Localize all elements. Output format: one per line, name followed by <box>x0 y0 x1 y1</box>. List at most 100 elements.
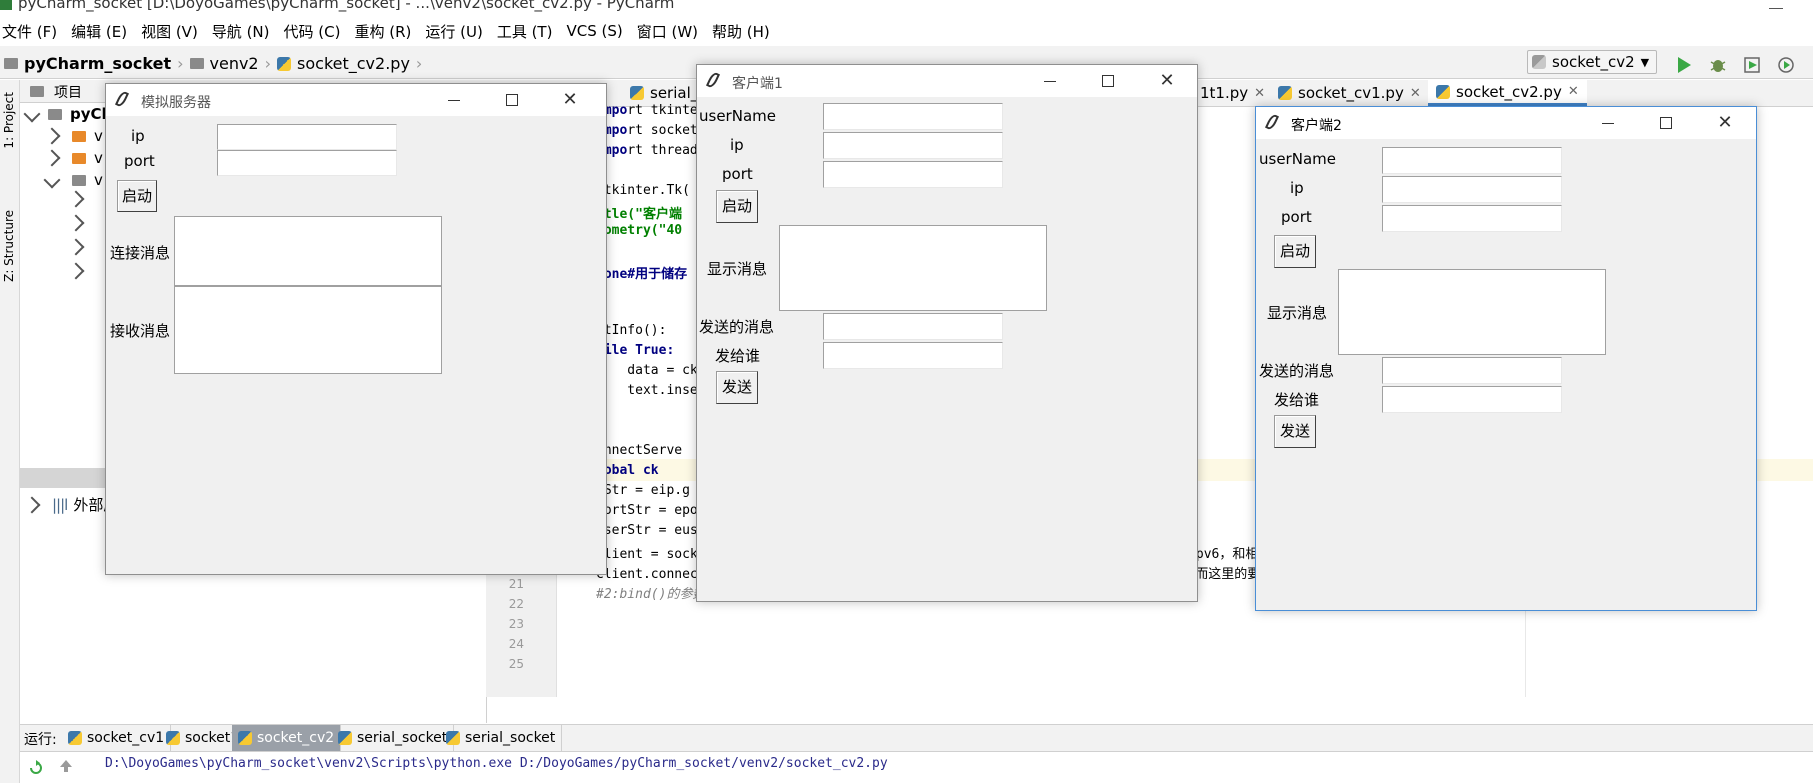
menu-refactor[interactable]: 重构 (R) <box>354 21 411 42</box>
client2-send-button[interactable]: 发送 <box>1274 415 1316 448</box>
tab-label: socket_cv1.py <box>1298 84 1404 102</box>
display-msg-label: 显示消息 <box>1267 304 1328 322</box>
python-file-icon <box>446 731 460 745</box>
run-tab-serial-socket-2[interactable]: serial_socket <box>440 725 563 751</box>
close-icon[interactable]: ✕ <box>1410 86 1421 101</box>
server-start-button[interactable]: 启动 <box>117 180 157 212</box>
client2-title-bar[interactable]: 客户端2 ✕ <box>1256 107 1756 139</box>
run-tool-bar: 运行: socket_cv1 socket1 socket_cv2 serial… <box>20 724 1813 752</box>
tree-item[interactable]: v <box>43 171 103 189</box>
tab-socket-cv2[interactable]: socket_cv2.py ✕ <box>1428 80 1587 106</box>
run-tab-serial-socket[interactable]: serial_socket <box>332 725 455 751</box>
client1-title: 客户端1 <box>732 76 783 92</box>
menu-help[interactable]: 帮助 (H) <box>712 21 770 42</box>
menu-tools[interactable]: 工具 (T) <box>497 21 553 42</box>
chevron-right-icon[interactable] <box>43 149 61 167</box>
chevron-right-icon[interactable] <box>67 238 85 256</box>
menu-view[interactable]: 视图 (V) <box>141 21 198 42</box>
chevron-down-icon[interactable] <box>43 171 61 189</box>
chevron-down-icon[interactable] <box>23 105 41 123</box>
structure-tool-tab[interactable]: Z: Structure <box>2 210 16 282</box>
tree-item[interactable] <box>67 238 85 256</box>
close-icon[interactable]: ✕ <box>1568 84 1579 99</box>
client2-send-msg-input[interactable] <box>1382 357 1562 384</box>
chevron-right-icon[interactable] <box>43 127 61 145</box>
close-icon[interactable]: ✕ <box>558 88 582 112</box>
scroll-up-icon[interactable] <box>58 758 74 774</box>
rerun-icon[interactable] <box>28 760 44 776</box>
menu-navigate[interactable]: 导航 (N) <box>212 21 270 42</box>
menu-window[interactable]: 窗口 (W) <box>637 21 698 42</box>
minimize-icon[interactable] <box>442 88 466 112</box>
conn-msg-text[interactable] <box>174 216 442 286</box>
breadcrumb-project[interactable]: pyCharm_socket <box>24 54 171 73</box>
chevron-right-icon[interactable] <box>67 190 85 208</box>
tree-item[interactable] <box>67 190 85 208</box>
client1-send-button[interactable]: 发送 <box>716 371 758 404</box>
chevron-right-icon[interactable] <box>23 496 41 513</box>
code-line: text.inse <box>596 383 698 398</box>
client1-display-text[interactable] <box>779 225 1047 311</box>
console-output[interactable]: D:\DoyoGames\pyCharm_socket\venv2\Script… <box>20 752 1813 783</box>
ip-label: ip <box>131 127 145 145</box>
tree-item[interactable] <box>67 214 85 232</box>
client1-send-msg-input[interactable] <box>823 313 1003 340</box>
profile-icon[interactable] <box>1777 56 1795 74</box>
breadcrumb-file[interactable]: socket_cv2.py <box>297 54 410 73</box>
client2-display-text[interactable] <box>1338 269 1606 355</box>
close-icon[interactable]: ✕ <box>1254 86 1265 101</box>
close-icon[interactable]: ✕ <box>1155 69 1179 93</box>
minimize-icon[interactable] <box>1769 0 1783 9</box>
client2-username-input[interactable] <box>1382 147 1562 174</box>
project-tool-tab[interactable]: 1: Project <box>2 92 16 149</box>
server-ip-input[interactable] <box>217 124 397 150</box>
coverage-icon[interactable] <box>1743 56 1761 74</box>
tree-root[interactable]: pyCh <box>23 105 112 123</box>
run-icon[interactable] <box>1675 56 1693 74</box>
maximize-icon[interactable] <box>500 88 524 112</box>
menu-file[interactable]: 文件 (F) <box>2 21 57 42</box>
tree-item[interactable]: v <box>43 149 103 167</box>
client2-send-to-input[interactable] <box>1382 386 1562 413</box>
client2-start-button[interactable]: 启动 <box>1274 235 1316 268</box>
client1-title-bar[interactable]: 客户端1 ✕ <box>697 65 1197 97</box>
server-title-bar[interactable]: 模拟服务器 ✕ <box>106 84 606 116</box>
python-file-icon <box>338 731 352 745</box>
username-label: userName <box>1259 150 1336 168</box>
breadcrumb-separator: › <box>264 54 272 73</box>
close-icon[interactable]: ✕ <box>1713 111 1737 135</box>
run-config-select[interactable]: socket_cv2 ▼ <box>1527 50 1657 74</box>
client1-username-input[interactable] <box>823 103 1003 130</box>
tree-item-label: v <box>94 171 103 189</box>
feather-icon <box>114 90 130 108</box>
chevron-right-icon[interactable] <box>67 262 85 280</box>
menu-edit[interactable]: 编辑 (E) <box>71 21 127 42</box>
client1-start-button[interactable]: 启动 <box>716 190 758 223</box>
port-label: port <box>722 165 753 183</box>
minimize-icon[interactable] <box>1596 111 1620 135</box>
maximize-icon[interactable] <box>1654 111 1678 135</box>
tab-socket-cv1[interactable]: socket_cv1.py ✕ <box>1270 80 1429 106</box>
client1-send-to-input[interactable] <box>823 342 1003 369</box>
client1-ip-input[interactable] <box>823 132 1003 159</box>
menu-vcs[interactable]: VCS (S) <box>566 22 622 40</box>
tree-item[interactable] <box>67 262 85 280</box>
client1-port-input[interactable] <box>823 161 1003 188</box>
run-tab-socket-cv2[interactable]: socket_cv2 <box>232 725 342 751</box>
chevron-right-icon[interactable] <box>67 214 85 232</box>
debug-icon[interactable] <box>1709 56 1727 74</box>
menu-code[interactable]: 代码 (C) <box>284 21 341 42</box>
client2-ip-input[interactable] <box>1382 176 1562 203</box>
breadcrumb-folder[interactable]: venv2 <box>210 54 259 73</box>
maximize-icon[interactable] <box>1096 69 1120 93</box>
run-tab-socket-cv1[interactable]: socket_cv1 <box>62 725 172 751</box>
server-port-input[interactable] <box>217 150 397 176</box>
tree-item[interactable]: v <box>43 127 103 145</box>
client2-port-input[interactable] <box>1382 205 1562 232</box>
run-tab-label: serial_socket <box>357 730 448 746</box>
tab-socket1[interactable]: 1t1.py ✕ <box>1192 80 1273 106</box>
minimize-icon[interactable] <box>1038 69 1062 93</box>
tab-label: serial_ <box>650 84 699 102</box>
recv-msg-text[interactable] <box>174 286 442 374</box>
menu-run[interactable]: 运行 (U) <box>425 21 482 42</box>
